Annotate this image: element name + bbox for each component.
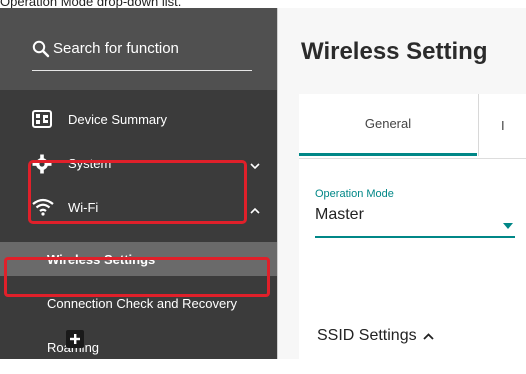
search-area: Search for function [0, 8, 277, 90]
dropdown-arrow-icon [503, 216, 513, 234]
search-placeholder: Search for function [53, 40, 179, 57]
operation-mode-select[interactable]: Operation Mode Master [315, 184, 515, 238]
device-summary-icon [32, 110, 52, 131]
sidebar-item-device-summary[interactable]: Device Summary [0, 102, 277, 136]
search-icon [32, 40, 50, 58]
operation-mode-highlight [28, 160, 247, 224]
tab-next[interactable]: I [478, 94, 526, 156]
tab-label: General [364, 116, 412, 131]
chevron-down-icon [250, 158, 260, 173]
ssid-settings-header[interactable]: SSID Settings [317, 327, 434, 345]
tab-label: I [501, 117, 505, 133]
page-title: Wireless Setting [301, 38, 488, 65]
settings-card: General I Operation Mode Master SSID Set… [299, 94, 526, 374]
operation-mode-value: Master [315, 206, 364, 223]
panel-divider [277, 8, 278, 359]
add-ssid-button[interactable] [66, 330, 84, 348]
wireless-settings-highlight [4, 257, 270, 297]
operation-mode-label: Operation Mode [315, 188, 394, 200]
plus-icon [70, 334, 80, 344]
caption-text: Operation Mode drop-down list. [0, 0, 182, 9]
chevron-up-icon [250, 202, 260, 217]
chevron-up-icon [422, 332, 434, 340]
sidebar-item-label: Device Summary [68, 111, 167, 127]
ssid-settings-label: SSID Settings [317, 327, 417, 344]
sidebar-item-label: Connection Check and Recovery [47, 295, 238, 311]
main-content: Wireless Setting General I Operation Mod… [277, 8, 526, 374]
search-input[interactable]: Search for function [32, 38, 252, 71]
tab-general[interactable]: General [299, 94, 477, 156]
tabs-divider [299, 158, 526, 159]
